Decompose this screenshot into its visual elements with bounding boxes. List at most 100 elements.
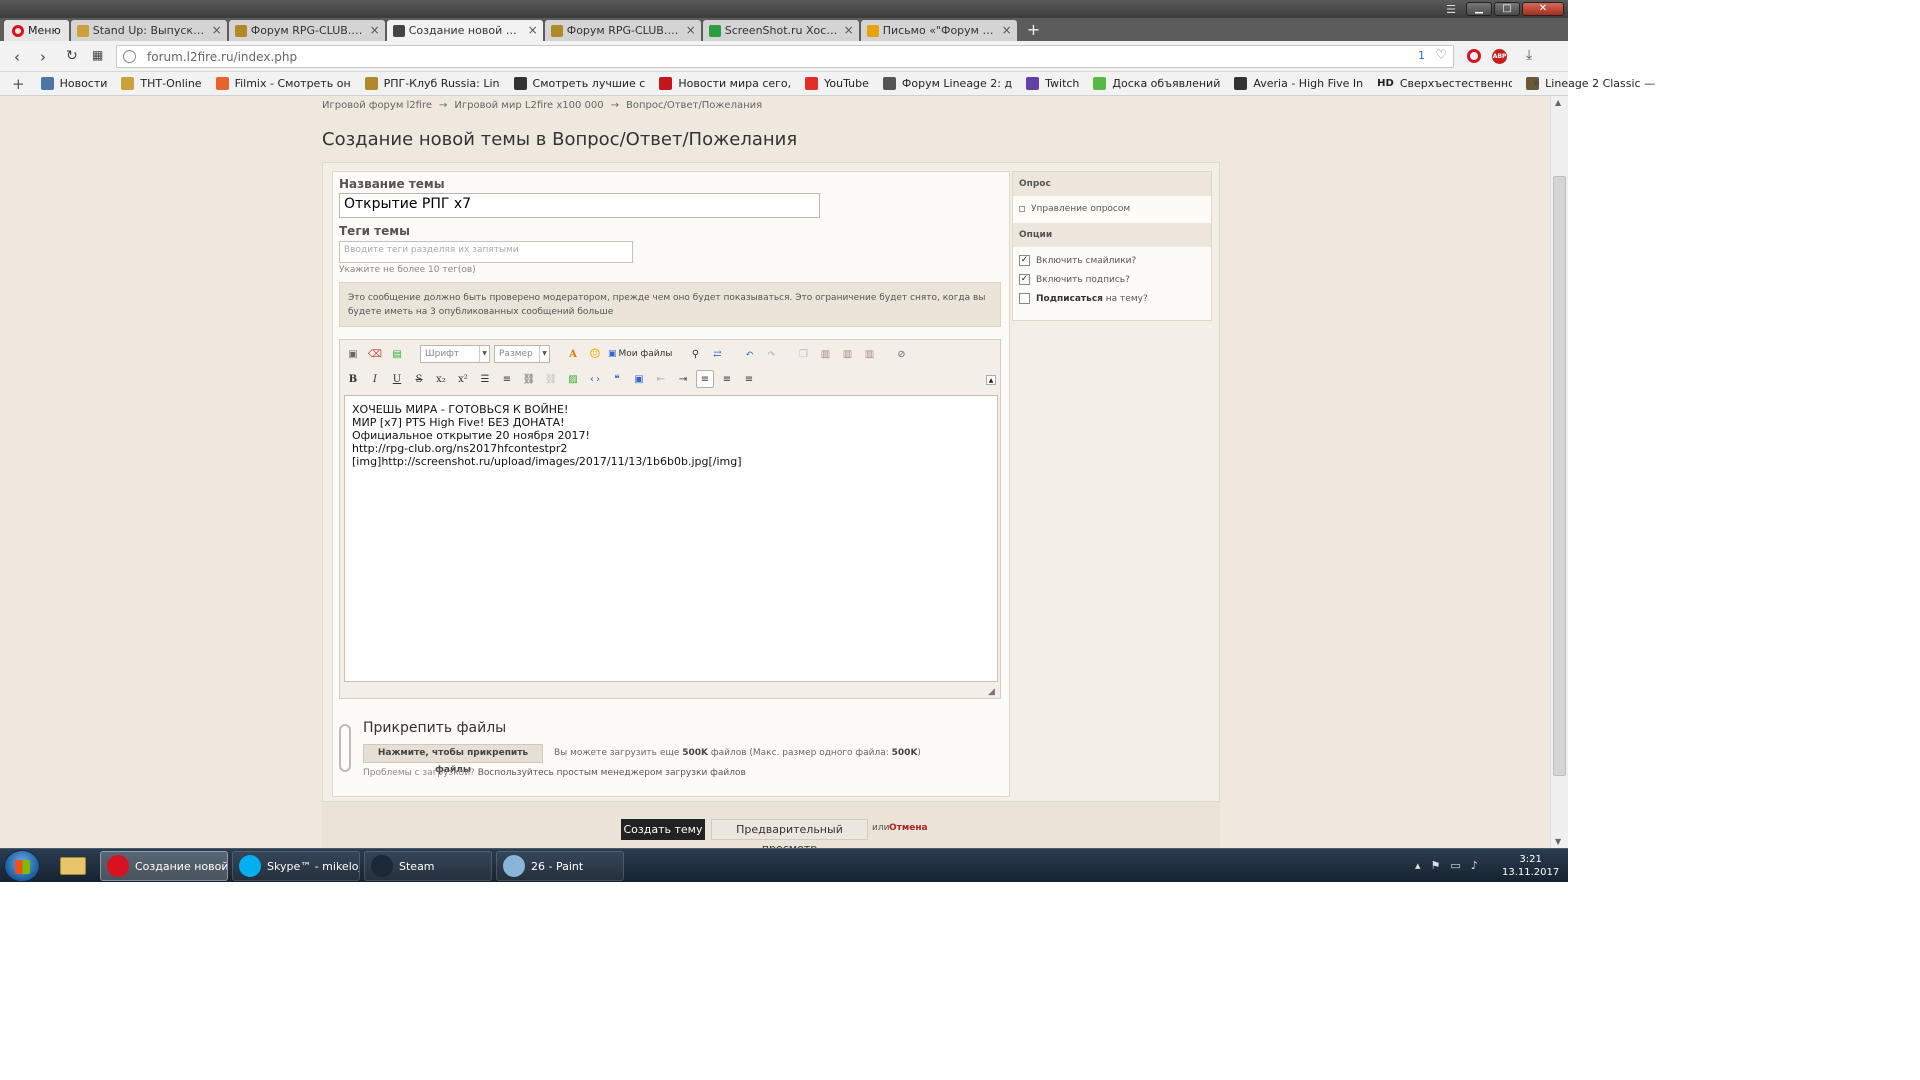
tab-close-icon[interactable]: × <box>1002 23 1012 37</box>
superscript-icon[interactable]: x² <box>454 370 472 388</box>
bookmark-item[interactable]: Форум Lineage 2: д <box>882 77 1012 90</box>
tab-close-icon[interactable]: × <box>844 23 854 37</box>
align-right-icon[interactable]: ≡ <box>740 370 758 388</box>
reload-icon[interactable]: ↻ <box>66 48 78 64</box>
unlink-icon[interactable]: ⛓ <box>542 370 560 388</box>
more-bookmarks-icon[interactable]: » <box>1533 76 1540 90</box>
breadcrumb-link-section[interactable]: Вопрос/Ответ/Пожелания <box>626 100 762 111</box>
taskbar-task-button[interactable]: Skype™ - mikeloj... <box>232 851 360 881</box>
link-icon[interactable]: ⛓ <box>520 370 538 388</box>
scroll-down-icon[interactable]: ▼ <box>1555 837 1561 846</box>
adblock-icon[interactable]: ABP <box>1492 49 1507 64</box>
tray-expand-icon[interactable]: ▴ <box>1415 859 1421 872</box>
cancel-link[interactable]: Отмена <box>889 823 928 833</box>
taskbar-task-button[interactable]: 26 - Paint <box>496 851 624 881</box>
remove-format-icon[interactable]: ⌫ <box>366 345 384 363</box>
scroll-thumb[interactable] <box>1553 176 1566 776</box>
option-row[interactable]: ✓ Включить смайлики? <box>1019 255 1136 266</box>
numbered-list-icon[interactable]: ≡ <box>498 370 516 388</box>
vertical-scrollbar[interactable]: ▲ ▼ <box>1550 96 1568 848</box>
poll-manage-link[interactable]: Управление опросом <box>1019 204 1130 214</box>
bookmark-item[interactable]: РПГ-Клуб Russia: Lin <box>364 77 500 90</box>
url-text[interactable]: forum.l2fire.ru/index.php <box>147 50 297 64</box>
preview-button[interactable]: Предварительный просмотр <box>711 819 868 848</box>
strikethrough-icon[interactable]: S <box>410 370 428 388</box>
bookmark-item[interactable]: Lineage 2 Classic — <box>1526 77 1655 90</box>
network-icon[interactable]: ▭ <box>1450 859 1460 872</box>
start-button[interactable] <box>4 850 40 882</box>
close-button[interactable]: ✕ <box>1522 2 1564 16</box>
taskbar-task-button[interactable]: Steam <box>364 851 492 881</box>
outdent-icon[interactable]: ⇤ <box>652 370 670 388</box>
taskbar-task-button[interactable]: Создание новой ... <box>100 851 228 881</box>
replace-icon[interactable]: ⇄ <box>708 345 726 363</box>
volume-icon[interactable]: ♪ <box>1471 859 1478 872</box>
simple-uploader-link[interactable]: Воспользуйтесь простым менеджером загруз… <box>478 768 746 778</box>
indent-icon[interactable]: ⇥ <box>674 370 692 388</box>
attach-files-button[interactable]: Нажмите, чтобы прикрепить файлы <box>363 744 543 775</box>
browser-tab[interactable]: Письмо «"Форум La2Play × <box>860 20 1017 41</box>
forward-icon[interactable]: › <box>40 48 46 66</box>
subscript-icon[interactable]: x₂ <box>432 370 450 388</box>
bookmark-item[interactable]: Доска объявлений <box>1093 77 1220 90</box>
editor-content-area[interactable]: ХОЧЕШЬ МИРА - ГОТОВЬСЯ К ВОЙНЕ! МИР [x7]… <box>344 395 998 682</box>
scroll-up-icon[interactable]: ▲ <box>1555 98 1561 107</box>
tab-close-icon[interactable]: × <box>528 23 538 37</box>
tracker-count-badge[interactable]: 1 <box>1418 49 1425 62</box>
find-icon[interactable]: ⚲ <box>686 345 704 363</box>
option-row[interactable]: Подписаться на тему? <box>1019 293 1148 304</box>
paste-icon[interactable]: ▥ <box>816 345 834 363</box>
collapse-toolbar-icon[interactable]: ▲ <box>986 375 996 385</box>
bookmark-item[interactable]: Averia - High Five In <box>1234 77 1363 90</box>
paste-word-icon[interactable]: ▥ <box>860 345 878 363</box>
url-field[interactable]: forum.l2fire.ru/index.php 1 ♡ <box>116 45 1454 68</box>
redo-icon[interactable]: ↷ <box>762 345 780 363</box>
bold-icon[interactable]: B <box>344 370 362 388</box>
quote-icon[interactable]: ❝ <box>608 370 626 388</box>
bookmark-item[interactable]: YouTube <box>805 77 869 90</box>
source-mode-icon[interactable]: ▣ <box>344 345 362 363</box>
action-center-flag-icon[interactable]: ⚑ <box>1431 859 1441 872</box>
browser-tab[interactable]: Форум RPG-CLUB. Тема: N × <box>228 20 385 41</box>
bookmark-item[interactable]: Новости <box>40 77 107 90</box>
media-icon[interactable]: ▣ <box>630 370 648 388</box>
topic-title-input[interactable]: Открытие РПГ x7 <box>339 193 820 218</box>
minimize-button[interactable]: ▁ <box>1466 2 1492 16</box>
bookmark-item[interactable]: ТНТ-Online <box>121 77 202 90</box>
paste-text-icon[interactable]: ▤ <box>388 345 406 363</box>
code-icon[interactable]: ‹› <box>586 370 604 388</box>
download-icon[interactable]: ⤓ <box>1526 47 1532 63</box>
bookmark-heart-icon[interactable]: ♡ <box>1435 48 1447 63</box>
resize-handle-icon[interactable]: ◢ <box>988 687 998 697</box>
tab-close-icon[interactable]: × <box>212 23 222 37</box>
browser-tab[interactable]: Создание новой темы - I × <box>386 20 543 41</box>
back-icon[interactable]: ‹ <box>14 48 20 66</box>
opera-extension-icon[interactable] <box>1467 49 1481 63</box>
copy-icon[interactable]: ❐ <box>794 345 812 363</box>
opera-menu-button[interactable]: Меню <box>4 20 69 41</box>
tab-close-icon[interactable]: × <box>686 23 696 37</box>
size-combo[interactable]: Размер ▼ <box>494 345 550 363</box>
paste-plain-icon[interactable]: ▥ <box>838 345 856 363</box>
bookmark-item[interactable]: Twitch <box>1026 77 1079 90</box>
create-topic-button[interactable]: Создать тему <box>621 819 705 840</box>
browser-tab[interactable]: Форум RPG-CLUB. Тема: F × <box>544 20 701 41</box>
my-files-button[interactable]: ▣ Мои файлы <box>608 349 672 359</box>
option-row[interactable]: ✓ Включить подпись? <box>1019 274 1130 285</box>
underline-icon[interactable]: U <box>388 370 406 388</box>
smiley-icon[interactable]: ☺ <box>586 345 604 363</box>
bullet-list-icon[interactable]: ☰ <box>476 370 494 388</box>
breadcrumb-link-world[interactable]: Игровой мир L2fire x100 000 <box>454 100 603 111</box>
bookmark-item[interactable]: Filmix - Смотреть он <box>215 77 351 90</box>
tab-close-icon[interactable]: × <box>370 23 380 37</box>
text-color-icon[interactable]: A <box>564 345 582 363</box>
browser-tab[interactable]: Stand Up: Выпуск №108 с × <box>70 20 227 41</box>
align-left-icon[interactable]: ≡ <box>696 370 714 388</box>
font-combo[interactable]: Шрифт ▼ <box>420 345 490 363</box>
bookmark-item[interactable]: Новости мира сего, <box>659 77 791 90</box>
undo-icon[interactable]: ↶ <box>740 345 758 363</box>
browser-tab[interactable]: ScreenShot.ru Хостинг кар × <box>702 20 859 41</box>
taskbar-clock[interactable]: 3:21 13.11.2017 <box>1502 853 1559 879</box>
bookmark-item[interactable]: Смотреть лучшие с <box>513 77 645 90</box>
tab-menu-icon[interactable]: ☰ <box>1446 3 1456 16</box>
